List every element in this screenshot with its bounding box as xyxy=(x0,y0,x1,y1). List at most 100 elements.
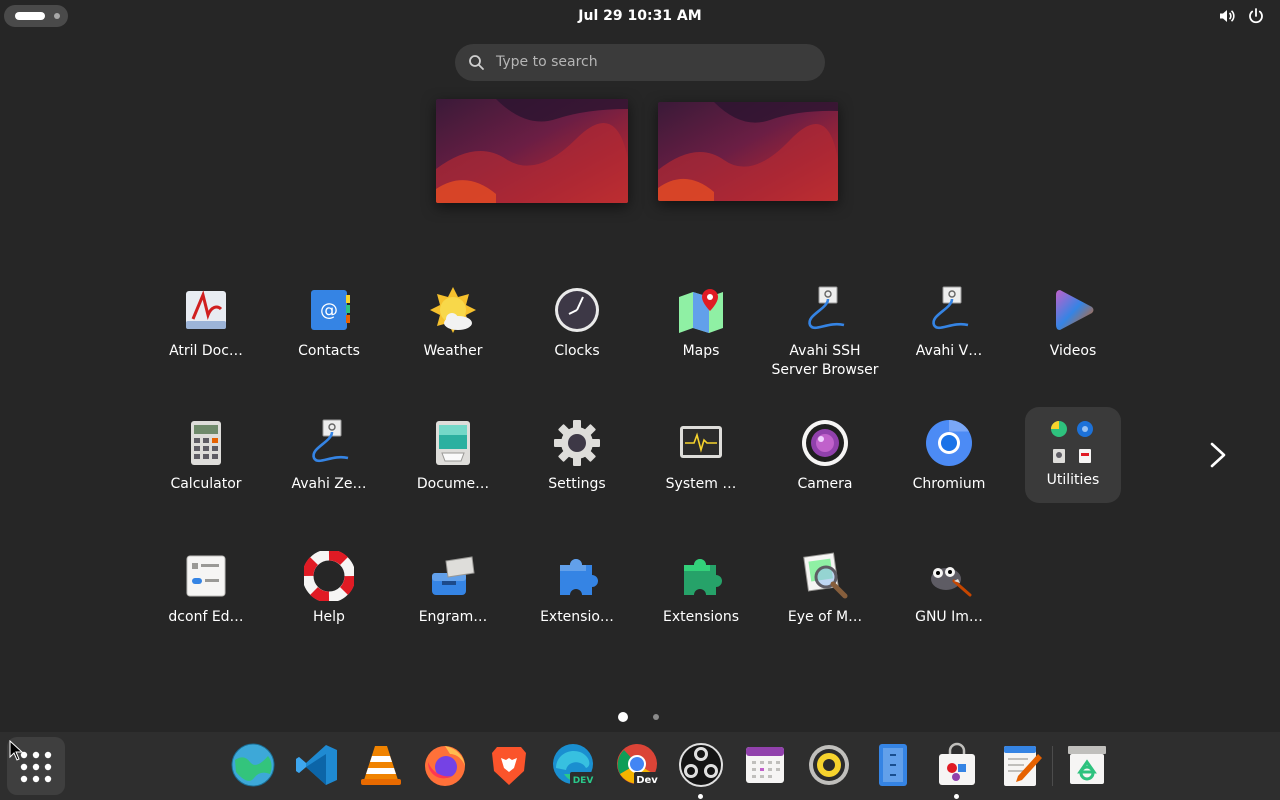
app-folder-utilities[interactable]: Utilities xyxy=(1025,407,1121,503)
dock-item-trash[interactable] xyxy=(1059,737,1115,793)
calculator-icon xyxy=(191,421,221,465)
app-contacts[interactable]: @ Contacts xyxy=(270,285,388,361)
dock-item-calendar[interactable] xyxy=(737,737,793,793)
app-chromium[interactable]: Chromium xyxy=(890,418,1008,494)
app-videos[interactable]: Videos xyxy=(1014,285,1132,361)
page-indicator-2[interactable] xyxy=(653,714,659,720)
dock-item-chrome-dev[interactable]: Dev xyxy=(609,737,665,793)
app-system-monitor[interactable]: System … xyxy=(642,418,760,494)
app-clocks[interactable]: Clocks xyxy=(518,285,636,361)
app-label: Camera xyxy=(797,476,853,492)
dock-item-vscode[interactable] xyxy=(289,737,345,793)
dock-badge-label: Dev xyxy=(636,775,658,786)
app-settings[interactable]: Settings xyxy=(518,418,636,494)
app-label: dconf Ed… xyxy=(168,609,244,625)
top-bar: Jul 29 10:31 AM xyxy=(0,0,1280,32)
chromium-icon xyxy=(926,419,972,466)
app-label: Avahi SSH Server Browser xyxy=(771,343,879,378)
dock-badge-label: DEV xyxy=(573,776,594,786)
app-label: Settings xyxy=(548,476,606,492)
firefox-icon xyxy=(425,746,465,786)
trash-icon xyxy=(1068,746,1106,784)
text-editor-icon xyxy=(1004,746,1042,786)
help-lifebuoy-icon xyxy=(304,551,354,601)
brave-icon xyxy=(492,747,526,785)
system-monitor-icon xyxy=(680,426,722,458)
dock-item-vlc[interactable] xyxy=(353,737,409,793)
search-entry[interactable]: Type to search xyxy=(455,44,825,81)
app-eye-of-mate[interactable]: Eye of M… xyxy=(766,551,884,627)
dock-item-web-browser[interactable] xyxy=(225,737,281,793)
dock-item-edge-dev[interactable]: DEV xyxy=(545,737,601,793)
avahi-icon xyxy=(808,286,845,330)
dock-item-text-editor[interactable] xyxy=(993,737,1049,793)
dock-item-brave[interactable] xyxy=(481,737,537,793)
obs-icon xyxy=(679,743,723,787)
app-label: Help xyxy=(313,609,345,625)
clocks-icon xyxy=(555,288,599,332)
dock: DEV Dev xyxy=(0,732,1280,800)
svg-text:@: @ xyxy=(320,300,338,321)
workspace-indicator-active xyxy=(15,12,45,20)
app-gimp[interactable]: GNU Im… xyxy=(890,551,1008,627)
document-scanner-icon xyxy=(436,421,470,465)
dconf-editor-icon xyxy=(186,555,226,597)
workspace-thumbnail-2[interactable] xyxy=(658,102,838,201)
dock-item-software[interactable] xyxy=(929,737,985,793)
app-avahi-zeroconf[interactable]: Avahi Ze… xyxy=(270,418,388,494)
atril-icon xyxy=(186,290,226,329)
app-avahi-ssh[interactable]: Avahi SSH Server Browser xyxy=(766,285,884,380)
app-engrampa[interactable]: Engram… xyxy=(394,551,512,627)
next-page-arrow-icon[interactable] xyxy=(1204,440,1232,470)
search-input[interactable]: Type to search xyxy=(496,44,598,81)
app-avahi-vnc[interactable]: Avahi V… xyxy=(890,285,1008,361)
app-maps[interactable]: Maps xyxy=(642,285,760,361)
workspace-thumbnail-1[interactable] xyxy=(436,99,628,203)
app-calculator[interactable]: Calculator xyxy=(147,418,265,494)
dock-item-obs[interactable] xyxy=(673,737,729,793)
search-icon xyxy=(469,55,484,70)
app-label: Calculator xyxy=(170,476,242,492)
app-label: GNU Im… xyxy=(915,609,983,625)
contacts-icon: @ xyxy=(311,290,350,330)
clock[interactable]: Jul 29 10:31 AM xyxy=(540,0,740,32)
app-dconf-editor[interactable]: dconf Ed… xyxy=(147,551,265,627)
file-manager-icon xyxy=(879,744,907,786)
app-label: Clocks xyxy=(554,343,600,359)
vlc-icon xyxy=(361,746,401,785)
app-extension-manager[interactable]: Extensio… xyxy=(518,551,636,627)
app-label: Engram… xyxy=(418,609,488,625)
running-indicator-software xyxy=(954,794,959,799)
volume-icon[interactable] xyxy=(1218,7,1236,25)
app-camera[interactable]: Camera xyxy=(766,418,884,494)
activities-button[interactable] xyxy=(4,5,68,27)
mouse-cursor-icon xyxy=(9,740,23,761)
app-weather[interactable]: Weather xyxy=(394,285,512,361)
camera-icon xyxy=(802,420,848,466)
chrome-dev-icon: Dev xyxy=(617,744,660,786)
power-icon[interactable] xyxy=(1247,7,1265,25)
globe-browser-icon xyxy=(231,743,275,787)
weather-icon xyxy=(430,287,476,333)
videos-icon xyxy=(1056,290,1094,330)
puzzle-piece-icon xyxy=(560,559,598,595)
calendar-icon xyxy=(746,747,784,783)
vscode-icon xyxy=(296,745,337,785)
app-atril[interactable]: Atril Doc… xyxy=(147,285,265,361)
dock-item-files[interactable] xyxy=(865,737,921,793)
running-indicator-obs xyxy=(698,794,703,799)
avahi-icon xyxy=(932,286,969,330)
dock-item-speaker[interactable] xyxy=(801,737,857,793)
app-document-scanner[interactable]: Docume… xyxy=(394,418,512,494)
app-extensions[interactable]: Extensions xyxy=(642,551,760,627)
app-help[interactable]: Help xyxy=(270,551,388,627)
app-label: System … xyxy=(665,476,737,492)
app-label: Extensio… xyxy=(540,609,614,625)
app-label: Weather xyxy=(423,343,483,359)
speaker-icon xyxy=(809,745,849,785)
edge-dev-icon: DEV xyxy=(553,744,596,786)
app-label: Extensions xyxy=(662,609,740,625)
page-indicator-1[interactable] xyxy=(618,712,628,722)
app-label: Docume… xyxy=(416,476,490,492)
dock-item-firefox[interactable] xyxy=(417,737,473,793)
